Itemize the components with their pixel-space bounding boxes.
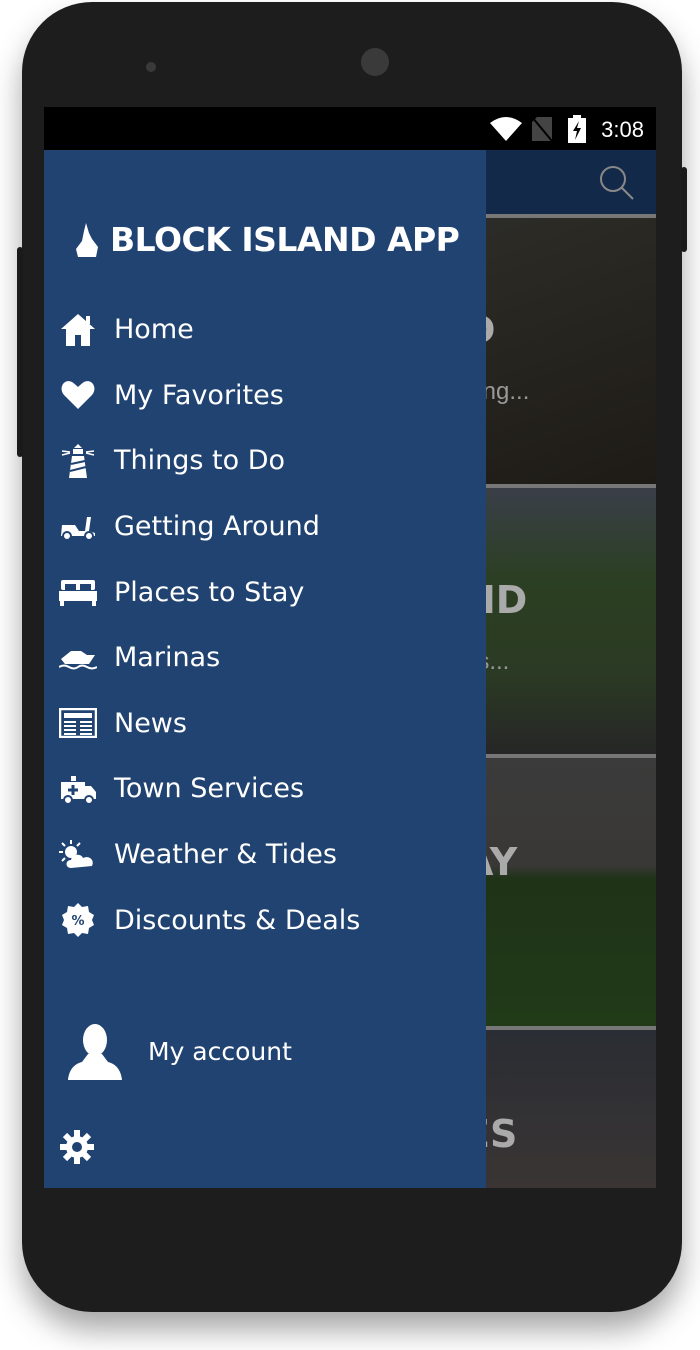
boat-icon	[58, 641, 98, 675]
menu-label: My Favorites	[114, 379, 284, 411]
my-account-button[interactable]: My account	[68, 1022, 292, 1080]
front-camera	[361, 48, 389, 76]
menu-item-home[interactable]: Home	[58, 297, 360, 363]
menu-item-weather-tides[interactable]: Weather & Tides	[58, 822, 360, 888]
menu-item-favorites[interactable]: My Favorites	[58, 363, 360, 429]
screen: 3:08 D ping... ND es... AY ES BLOCK ISLA…	[44, 107, 656, 1188]
menu-label: Things to Do	[114, 445, 286, 477]
menu-label: Places to Stay	[114, 576, 305, 608]
moped-icon	[58, 510, 98, 544]
menu-label: Getting Around	[114, 511, 320, 543]
menu-label: Marinas	[114, 642, 221, 674]
heart-icon	[58, 378, 98, 412]
clock: 3:08	[601, 117, 644, 142]
menu-label: Town Services	[114, 773, 305, 805]
newspaper-icon	[58, 706, 98, 740]
menu-label: Discounts & Deals	[114, 904, 361, 936]
lighthouse-icon	[58, 443, 98, 478]
svg-text:%: %	[71, 914, 84, 929]
volume-button	[17, 247, 23, 457]
gear-icon[interactable]	[60, 1130, 94, 1164]
drawer-menu: Home My Favorites Things to Do Getting A…	[58, 297, 360, 953]
discount-badge-icon: %	[58, 903, 98, 938]
wifi-icon	[490, 117, 522, 141]
navigation-drawer: BLOCK ISLAND APP Home My Favorites Thing…	[44, 150, 486, 1188]
bed-icon	[58, 575, 98, 609]
ambulance-icon	[58, 772, 98, 806]
status-bar: 3:08	[44, 107, 656, 150]
search-icon[interactable]	[598, 164, 634, 200]
menu-label: News	[114, 707, 187, 739]
weather-icon	[58, 838, 98, 872]
menu-item-marinas[interactable]: Marinas	[58, 625, 360, 691]
brand-logo: BLOCK ISLAND APP	[74, 220, 460, 259]
user-avatar-icon	[68, 1024, 122, 1080]
menu-item-discounts-deals[interactable]: % Discounts & Deals	[58, 887, 360, 953]
power-button	[681, 167, 687, 252]
menu-item-news[interactable]: News	[58, 691, 360, 757]
battery-charging-icon	[568, 115, 586, 143]
sensor	[146, 62, 156, 72]
no-sim-icon	[532, 117, 552, 141]
island-logo-icon	[76, 222, 98, 257]
menu-item-things-to-do[interactable]: Things to Do	[58, 428, 360, 494]
menu-label: Weather & Tides	[114, 839, 337, 871]
brand-title: BLOCK ISLAND APP	[110, 220, 460, 259]
menu-item-town-services[interactable]: Town Services	[58, 756, 360, 822]
my-account-label: My account	[148, 1036, 292, 1066]
menu-item-places-to-stay[interactable]: Places to Stay	[58, 559, 360, 625]
menu-item-getting-around[interactable]: Getting Around	[58, 494, 360, 560]
menu-label: Home	[114, 314, 194, 346]
home-icon	[58, 313, 98, 347]
